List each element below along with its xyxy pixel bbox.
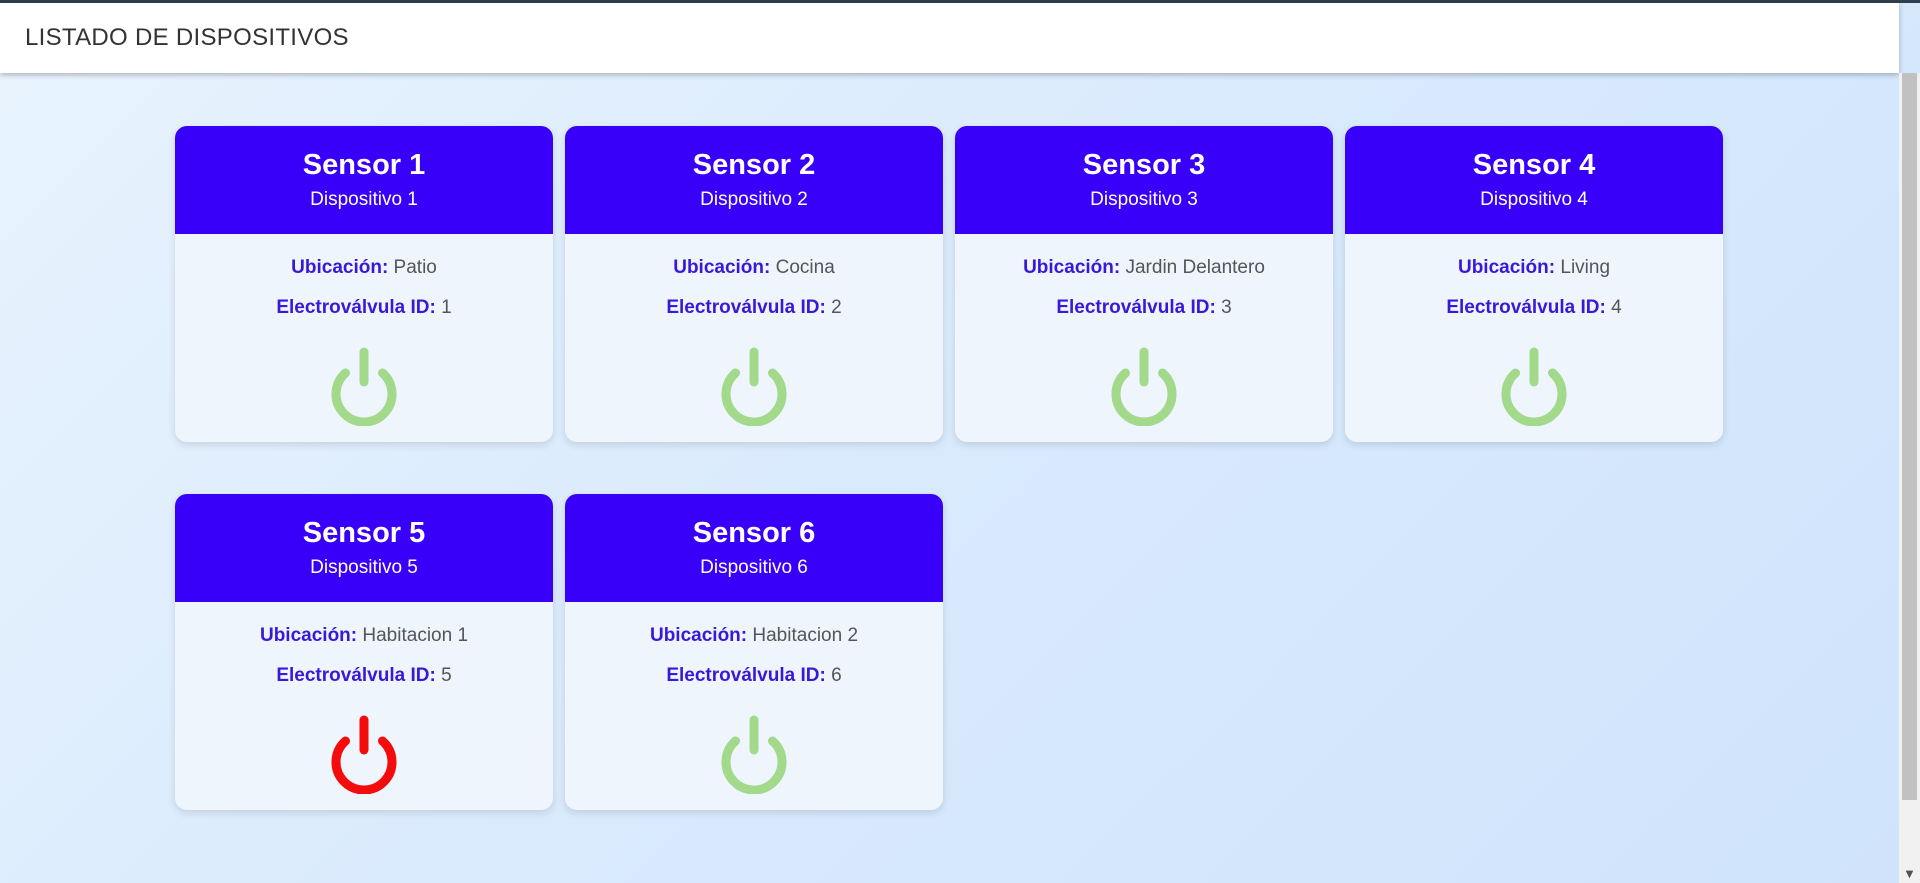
valve-id-value: 6 bbox=[831, 665, 842, 686]
card-body: Ubicación: Living Electroválvula ID: 4 bbox=[1345, 234, 1723, 442]
device-name: Dispositivo 5 bbox=[310, 557, 418, 578]
location-row: Ubicación: Cocina bbox=[673, 256, 835, 280]
power-button[interactable] bbox=[715, 714, 793, 794]
location-value: Cocina bbox=[775, 257, 835, 278]
device-card: Sensor 1 Dispositivo 1 Ubicación: Patio … bbox=[175, 126, 553, 442]
card-header: Sensor 1 Dispositivo 1 bbox=[175, 126, 553, 234]
location-row: Ubicación: Patio bbox=[291, 256, 437, 280]
card-body: Ubicación: Habitacion 2 Electroválvula I… bbox=[565, 602, 943, 810]
power-icon bbox=[331, 715, 397, 794]
card-body: Ubicación: Habitacion 1 Electroválvula I… bbox=[175, 602, 553, 810]
card-header: Sensor 3 Dispositivo 3 bbox=[955, 126, 1333, 234]
power-button[interactable] bbox=[325, 714, 403, 794]
valve-id-value: 5 bbox=[441, 665, 452, 686]
valve-id-value: 3 bbox=[1221, 297, 1232, 318]
card-body: Ubicación: Jardin Delantero Electroválvu… bbox=[955, 234, 1333, 442]
valve-row: Electroválvula ID: 6 bbox=[666, 664, 841, 688]
vertical-scrollbar[interactable]: ▼ bbox=[1899, 73, 1920, 883]
device-card: Sensor 5 Dispositivo 5 Ubicación: Habita… bbox=[175, 494, 553, 810]
device-card: Sensor 4 Dispositivo 4 Ubicación: Living… bbox=[1345, 126, 1723, 442]
power-icon bbox=[331, 347, 397, 426]
valve-label: Electroválvula ID: bbox=[1446, 297, 1606, 318]
location-label: Ubicación: bbox=[291, 257, 389, 278]
sensor-name: Sensor 4 bbox=[1472, 149, 1596, 181]
device-card: Sensor 6 Dispositivo 6 Ubicación: Habita… bbox=[565, 494, 943, 810]
sensor-name: Sensor 2 bbox=[692, 149, 816, 181]
location-value: Jardin Delantero bbox=[1125, 257, 1265, 278]
sensor-name: Sensor 6 bbox=[692, 517, 816, 549]
power-icon bbox=[721, 347, 787, 426]
power-button[interactable] bbox=[1495, 346, 1573, 426]
location-row: Ubicación: Jardin Delantero bbox=[1023, 256, 1265, 280]
location-value: Habitacion 2 bbox=[752, 625, 859, 646]
valve-id-value: 4 bbox=[1611, 297, 1622, 318]
device-name: Dispositivo 1 bbox=[310, 189, 418, 210]
power-icon bbox=[1111, 347, 1177, 426]
location-row: Ubicación: Habitacion 1 bbox=[260, 624, 468, 648]
scrollbar-thumb[interactable] bbox=[1902, 73, 1917, 800]
valve-label: Electroválvula ID: bbox=[666, 665, 826, 686]
valve-row: Electroválvula ID: 4 bbox=[1446, 296, 1621, 320]
valve-id-value: 1 bbox=[441, 297, 452, 318]
location-label: Ubicación: bbox=[259, 625, 358, 646]
sensor-name: Sensor 1 bbox=[302, 149, 426, 181]
location-row: Ubicación: Habitacion 2 bbox=[650, 624, 858, 648]
device-name: Dispositivo 4 bbox=[1480, 189, 1588, 210]
valve-row: Electroválvula ID: 3 bbox=[1056, 296, 1231, 320]
location-label: Ubicación: bbox=[649, 625, 748, 646]
valve-row: Electroválvula ID: 5 bbox=[276, 664, 451, 688]
valve-label: Electroválvula ID: bbox=[276, 297, 436, 318]
valve-id-value: 2 bbox=[831, 297, 842, 318]
power-button[interactable] bbox=[1105, 346, 1183, 426]
card-body: Ubicación: Cocina Electroválvula ID: 2 bbox=[565, 234, 943, 442]
sensor-name: Sensor 3 bbox=[1082, 149, 1206, 181]
card-header: Sensor 2 Dispositivo 2 bbox=[565, 126, 943, 234]
device-grid: Sensor 1 Dispositivo 1 Ubicación: Patio … bbox=[175, 126, 1723, 810]
location-value: Patio bbox=[393, 257, 437, 278]
card-header: Sensor 5 Dispositivo 5 bbox=[175, 494, 553, 602]
scroll-down-arrow-icon[interactable]: ▼ bbox=[1899, 865, 1920, 883]
location-label: Ubicación: bbox=[673, 257, 771, 278]
card-body: Ubicación: Patio Electroválvula ID: 1 bbox=[175, 234, 553, 442]
power-button[interactable] bbox=[715, 346, 793, 426]
card-header: Sensor 6 Dispositivo 6 bbox=[565, 494, 943, 602]
card-header: Sensor 4 Dispositivo 4 bbox=[1345, 126, 1723, 234]
device-name: Dispositivo 6 bbox=[700, 557, 808, 578]
valve-label: Electroválvula ID: bbox=[666, 297, 826, 318]
toolbar: LISTADO DE DISPOSITIVOS bbox=[0, 3, 1899, 73]
page-title: LISTADO DE DISPOSITIVOS bbox=[25, 24, 349, 51]
power-icon bbox=[721, 715, 787, 794]
sensor-name: Sensor 5 bbox=[302, 517, 426, 549]
power-button[interactable] bbox=[325, 346, 403, 426]
valve-label: Electroválvula ID: bbox=[276, 665, 436, 686]
valve-row: Electroválvula ID: 1 bbox=[276, 296, 451, 320]
valve-label: Electroválvula ID: bbox=[1056, 297, 1216, 318]
location-value: Habitacion 1 bbox=[362, 625, 469, 646]
valve-row: Electroválvula ID: 2 bbox=[666, 296, 841, 320]
location-row: Ubicación: Living bbox=[1458, 256, 1610, 280]
device-name: Dispositivo 3 bbox=[1090, 189, 1198, 210]
device-name: Dispositivo 2 bbox=[700, 189, 808, 210]
location-label: Ubicación: bbox=[1457, 257, 1556, 278]
device-card: Sensor 3 Dispositivo 3 Ubicación: Jardin… bbox=[955, 126, 1333, 442]
device-card: Sensor 2 Dispositivo 2 Ubicación: Cocina… bbox=[565, 126, 943, 442]
location-value: Living bbox=[1560, 257, 1611, 278]
power-icon bbox=[1501, 347, 1567, 426]
location-label: Ubicación: bbox=[1023, 257, 1121, 278]
